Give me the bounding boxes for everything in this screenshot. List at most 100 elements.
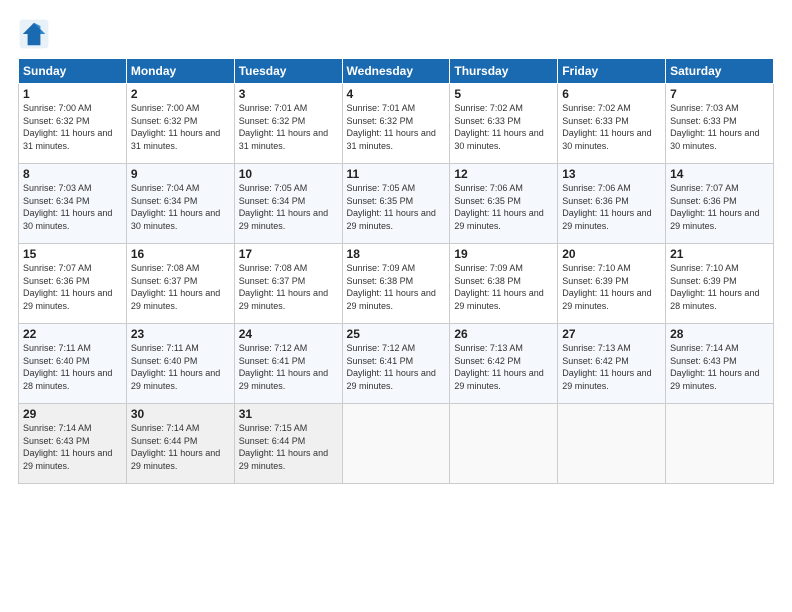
day-number: 14 [670, 167, 769, 181]
calendar-cell: 18Sunrise: 7:09 AMSunset: 6:38 PMDayligh… [342, 244, 450, 324]
day-info: Sunrise: 7:08 AMSunset: 6:37 PMDaylight:… [239, 262, 338, 312]
day-info: Sunrise: 7:05 AMSunset: 6:35 PMDaylight:… [347, 182, 446, 232]
calendar-cell: 7Sunrise: 7:03 AMSunset: 6:33 PMDaylight… [666, 84, 774, 164]
day-number: 15 [23, 247, 122, 261]
day-info: Sunrise: 7:00 AMSunset: 6:32 PMDaylight:… [131, 102, 230, 152]
calendar-cell: 17Sunrise: 7:08 AMSunset: 6:37 PMDayligh… [234, 244, 342, 324]
day-number: 13 [562, 167, 661, 181]
day-number: 10 [239, 167, 338, 181]
day-info: Sunrise: 7:10 AMSunset: 6:39 PMDaylight:… [670, 262, 769, 312]
day-number: 1 [23, 87, 122, 101]
calendar-cell: 20Sunrise: 7:10 AMSunset: 6:39 PMDayligh… [558, 244, 666, 324]
calendar-cell: 29Sunrise: 7:14 AMSunset: 6:43 PMDayligh… [19, 404, 127, 484]
calendar-cell: 25Sunrise: 7:12 AMSunset: 6:41 PMDayligh… [342, 324, 450, 404]
calendar-cell: 27Sunrise: 7:13 AMSunset: 6:42 PMDayligh… [558, 324, 666, 404]
day-number: 31 [239, 407, 338, 421]
day-number: 5 [454, 87, 553, 101]
calendar-cell: 31Sunrise: 7:15 AMSunset: 6:44 PMDayligh… [234, 404, 342, 484]
day-info: Sunrise: 7:02 AMSunset: 6:33 PMDaylight:… [454, 102, 553, 152]
day-info: Sunrise: 7:14 AMSunset: 6:43 PMDaylight:… [23, 422, 122, 472]
day-number: 23 [131, 327, 230, 341]
day-of-week-sunday: Sunday [19, 59, 127, 84]
day-info: Sunrise: 7:03 AMSunset: 6:34 PMDaylight:… [23, 182, 122, 232]
calendar-week-row: 8Sunrise: 7:03 AMSunset: 6:34 PMDaylight… [19, 164, 774, 244]
calendar-cell: 21Sunrise: 7:10 AMSunset: 6:39 PMDayligh… [666, 244, 774, 324]
calendar-cell: 16Sunrise: 7:08 AMSunset: 6:37 PMDayligh… [126, 244, 234, 324]
calendar-cell: 8Sunrise: 7:03 AMSunset: 6:34 PMDaylight… [19, 164, 127, 244]
day-number: 3 [239, 87, 338, 101]
day-info: Sunrise: 7:07 AMSunset: 6:36 PMDaylight:… [23, 262, 122, 312]
day-number: 26 [454, 327, 553, 341]
day-info: Sunrise: 7:12 AMSunset: 6:41 PMDaylight:… [239, 342, 338, 392]
day-info: Sunrise: 7:13 AMSunset: 6:42 PMDaylight:… [562, 342, 661, 392]
day-number: 12 [454, 167, 553, 181]
day-number: 2 [131, 87, 230, 101]
calendar-cell [450, 404, 558, 484]
calendar-cell: 28Sunrise: 7:14 AMSunset: 6:43 PMDayligh… [666, 324, 774, 404]
day-number: 29 [23, 407, 122, 421]
calendar-week-row: 22Sunrise: 7:11 AMSunset: 6:40 PMDayligh… [19, 324, 774, 404]
day-number: 17 [239, 247, 338, 261]
day-number: 25 [347, 327, 446, 341]
calendar-cell: 26Sunrise: 7:13 AMSunset: 6:42 PMDayligh… [450, 324, 558, 404]
calendar-cell: 5Sunrise: 7:02 AMSunset: 6:33 PMDaylight… [450, 84, 558, 164]
calendar-cell: 9Sunrise: 7:04 AMSunset: 6:34 PMDaylight… [126, 164, 234, 244]
calendar-cell: 6Sunrise: 7:02 AMSunset: 6:33 PMDaylight… [558, 84, 666, 164]
day-info: Sunrise: 7:00 AMSunset: 6:32 PMDaylight:… [23, 102, 122, 152]
day-number: 22 [23, 327, 122, 341]
day-number: 4 [347, 87, 446, 101]
day-of-week-thursday: Thursday [450, 59, 558, 84]
day-number: 6 [562, 87, 661, 101]
day-info: Sunrise: 7:02 AMSunset: 6:33 PMDaylight:… [562, 102, 661, 152]
calendar-cell: 10Sunrise: 7:05 AMSunset: 6:34 PMDayligh… [234, 164, 342, 244]
calendar-last-row: 29Sunrise: 7:14 AMSunset: 6:43 PMDayligh… [19, 404, 774, 484]
calendar-cell [342, 404, 450, 484]
calendar-week-row: 1Sunrise: 7:00 AMSunset: 6:32 PMDaylight… [19, 84, 774, 164]
day-info: Sunrise: 7:04 AMSunset: 6:34 PMDaylight:… [131, 182, 230, 232]
day-info: Sunrise: 7:11 AMSunset: 6:40 PMDaylight:… [23, 342, 122, 392]
day-info: Sunrise: 7:10 AMSunset: 6:39 PMDaylight:… [562, 262, 661, 312]
day-info: Sunrise: 7:08 AMSunset: 6:37 PMDaylight:… [131, 262, 230, 312]
calendar-cell [666, 404, 774, 484]
calendar-cell: 30Sunrise: 7:14 AMSunset: 6:44 PMDayligh… [126, 404, 234, 484]
calendar-cell: 23Sunrise: 7:11 AMSunset: 6:40 PMDayligh… [126, 324, 234, 404]
calendar-cell: 24Sunrise: 7:12 AMSunset: 6:41 PMDayligh… [234, 324, 342, 404]
calendar-cell: 22Sunrise: 7:11 AMSunset: 6:40 PMDayligh… [19, 324, 127, 404]
calendar-cell: 15Sunrise: 7:07 AMSunset: 6:36 PMDayligh… [19, 244, 127, 324]
day-info: Sunrise: 7:15 AMSunset: 6:44 PMDaylight:… [239, 422, 338, 472]
day-info: Sunrise: 7:06 AMSunset: 6:36 PMDaylight:… [562, 182, 661, 232]
day-of-week-friday: Friday [558, 59, 666, 84]
day-info: Sunrise: 7:01 AMSunset: 6:32 PMDaylight:… [239, 102, 338, 152]
day-of-week-tuesday: Tuesday [234, 59, 342, 84]
calendar-cell: 12Sunrise: 7:06 AMSunset: 6:35 PMDayligh… [450, 164, 558, 244]
day-number: 11 [347, 167, 446, 181]
calendar-cell: 13Sunrise: 7:06 AMSunset: 6:36 PMDayligh… [558, 164, 666, 244]
day-number: 16 [131, 247, 230, 261]
calendar-cell: 4Sunrise: 7:01 AMSunset: 6:32 PMDaylight… [342, 84, 450, 164]
day-number: 27 [562, 327, 661, 341]
day-info: Sunrise: 7:13 AMSunset: 6:42 PMDaylight:… [454, 342, 553, 392]
header [18, 18, 774, 50]
day-number: 7 [670, 87, 769, 101]
calendar-cell: 11Sunrise: 7:05 AMSunset: 6:35 PMDayligh… [342, 164, 450, 244]
calendar-week-row: 15Sunrise: 7:07 AMSunset: 6:36 PMDayligh… [19, 244, 774, 324]
day-number: 20 [562, 247, 661, 261]
calendar-cell: 14Sunrise: 7:07 AMSunset: 6:36 PMDayligh… [666, 164, 774, 244]
day-of-week-saturday: Saturday [666, 59, 774, 84]
logo-icon [18, 18, 50, 50]
day-info: Sunrise: 7:03 AMSunset: 6:33 PMDaylight:… [670, 102, 769, 152]
calendar-table: SundayMondayTuesdayWednesdayThursdayFrid… [18, 58, 774, 484]
logo [18, 18, 54, 50]
day-number: 19 [454, 247, 553, 261]
calendar-header-row: SundayMondayTuesdayWednesdayThursdayFrid… [19, 59, 774, 84]
day-info: Sunrise: 7:09 AMSunset: 6:38 PMDaylight:… [347, 262, 446, 312]
day-info: Sunrise: 7:09 AMSunset: 6:38 PMDaylight:… [454, 262, 553, 312]
page: SundayMondayTuesdayWednesdayThursdayFrid… [0, 0, 792, 612]
day-number: 28 [670, 327, 769, 341]
day-info: Sunrise: 7:14 AMSunset: 6:43 PMDaylight:… [670, 342, 769, 392]
day-info: Sunrise: 7:06 AMSunset: 6:35 PMDaylight:… [454, 182, 553, 232]
day-number: 24 [239, 327, 338, 341]
day-info: Sunrise: 7:14 AMSunset: 6:44 PMDaylight:… [131, 422, 230, 472]
calendar-cell: 1Sunrise: 7:00 AMSunset: 6:32 PMDaylight… [19, 84, 127, 164]
day-number: 30 [131, 407, 230, 421]
